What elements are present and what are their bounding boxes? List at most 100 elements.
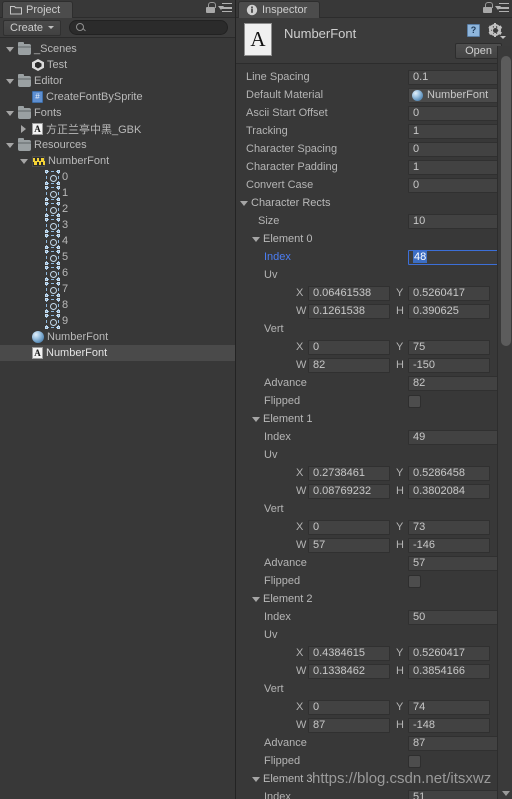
axis-value-field[interactable]: 0.3854166 bbox=[408, 663, 490, 679]
axis-value-field[interactable]: 73 bbox=[408, 519, 490, 535]
folder-icon bbox=[18, 105, 31, 119]
inspector-scrollbar[interactable] bbox=[497, 46, 512, 799]
axis-value-field[interactable]: 0.3802084 bbox=[408, 483, 490, 499]
axis-label: X bbox=[296, 701, 304, 713]
axis-value-field[interactable]: -146 bbox=[408, 537, 490, 553]
search-icon bbox=[76, 23, 85, 32]
twisty-collapsed-icon[interactable] bbox=[18, 121, 29, 137]
axis-value-field[interactable]: 0.390625 bbox=[408, 303, 490, 319]
foldout-element[interactable]: Element 2 bbox=[236, 590, 512, 608]
project-tree-item[interactable]: 8 bbox=[0, 297, 235, 313]
tab-project[interactable]: Project bbox=[2, 1, 74, 18]
foldout-character-rects[interactable]: Character Rects bbox=[236, 194, 512, 212]
property-row: Character Spacing 0 bbox=[236, 140, 512, 158]
flipped-checkbox[interactable] bbox=[408, 574, 421, 588]
axis-value-field[interactable]: 0.4384615 bbox=[308, 645, 390, 661]
project-tree-item[interactable]: 7 bbox=[0, 281, 235, 297]
project-tree-item[interactable]: 3 bbox=[0, 217, 235, 233]
axis-label: H bbox=[396, 359, 404, 371]
property-label: Advance bbox=[264, 737, 307, 749]
axis-value-field[interactable]: 0.2738461 bbox=[308, 465, 390, 481]
project-tree-item[interactable]: Resources bbox=[0, 137, 235, 153]
project-tree-item[interactable]: 6 bbox=[0, 265, 235, 281]
project-tree-item[interactable]: NumberFont bbox=[0, 153, 235, 169]
twisty-expanded-icon[interactable] bbox=[4, 41, 15, 57]
project-tree-item[interactable]: Editor bbox=[0, 73, 235, 89]
project-tree-item[interactable]: 2 bbox=[0, 201, 235, 217]
twisty-expanded-icon[interactable] bbox=[252, 416, 260, 422]
twisty-expanded-icon[interactable] bbox=[252, 596, 260, 602]
property-value-text: 49 bbox=[413, 431, 426, 443]
project-tree-item[interactable]: CreateFontBySprite bbox=[0, 89, 235, 105]
help-book-icon[interactable] bbox=[467, 24, 480, 37]
axis-value-field[interactable]: 0.5260417 bbox=[408, 285, 490, 301]
twisty-expanded-icon[interactable] bbox=[4, 137, 15, 153]
project-tree-item[interactable]: NumberFont bbox=[0, 345, 235, 361]
scrollbar-thumb[interactable] bbox=[501, 56, 511, 346]
search-input[interactable] bbox=[89, 22, 222, 33]
flipped-checkbox[interactable] bbox=[408, 754, 421, 768]
project-tree-item[interactable]: Fonts bbox=[0, 105, 235, 121]
twisty-expanded-icon[interactable] bbox=[4, 73, 15, 89]
gear-icon[interactable] bbox=[488, 23, 506, 39]
twisty-expanded-icon[interactable] bbox=[18, 153, 29, 169]
property-row-index: Index 50 bbox=[236, 608, 512, 626]
axis-value-field[interactable]: -150 bbox=[408, 357, 490, 373]
search-field[interactable] bbox=[69, 20, 229, 35]
property-label: Character Padding bbox=[246, 161, 338, 173]
project-asset-tree[interactable]: _Scenes Test Editor CreateFontBySprite Fonts… bbox=[0, 38, 235, 798]
axis-label: Y bbox=[396, 647, 404, 659]
axis-value-field[interactable]: 87 bbox=[308, 717, 390, 733]
axis-value-field[interactable]: 0.1338462 bbox=[308, 663, 390, 679]
chevron-down-icon[interactable] bbox=[502, 791, 510, 796]
axis-value-field[interactable]: 0.1261538 bbox=[308, 303, 390, 319]
axis-value-field[interactable]: 75 bbox=[408, 339, 490, 355]
lock-icon[interactable] bbox=[483, 2, 493, 13]
property-row: Convert Case 0 bbox=[236, 176, 512, 194]
project-tree-item[interactable]: 5 bbox=[0, 249, 235, 265]
property-row: Character Padding 1 bbox=[236, 158, 512, 176]
project-tree-item[interactable]: _Scenes bbox=[0, 41, 235, 57]
flipped-row: Flipped bbox=[236, 572, 512, 590]
hamburger-menu-icon[interactable] bbox=[495, 2, 509, 13]
axis-value-field[interactable]: 0 bbox=[308, 519, 390, 535]
property-value-text: 57 bbox=[313, 539, 326, 551]
axis-value-field[interactable]: 0 bbox=[308, 699, 390, 715]
flipped-checkbox[interactable] bbox=[408, 394, 421, 408]
twisty-expanded-icon[interactable] bbox=[4, 105, 15, 121]
axis-value-field[interactable]: 0.5260417 bbox=[408, 645, 490, 661]
axis-value-field[interactable]: 0.08769232 bbox=[308, 483, 390, 499]
create-button[interactable]: Create bbox=[3, 19, 62, 36]
tab-inspector[interactable]: Inspector bbox=[238, 1, 321, 18]
project-tree-item[interactable]: 1 bbox=[0, 185, 235, 201]
twisty-expanded-icon[interactable] bbox=[240, 200, 248, 206]
watermark: https://blog.csdn.net/itsxwz bbox=[312, 770, 492, 787]
axis-label: H bbox=[396, 485, 404, 497]
axis-value-field[interactable]: -148 bbox=[408, 717, 490, 733]
project-tree-item[interactable]: Test bbox=[0, 57, 235, 73]
foldout-element[interactable]: Element 1 bbox=[236, 410, 512, 428]
project-tree-item[interactable]: 4 bbox=[0, 233, 235, 249]
twisty-expanded-icon[interactable] bbox=[252, 236, 260, 242]
axis-value-field[interactable]: 82 bbox=[308, 357, 390, 373]
property-value-text: 0.390625 bbox=[413, 305, 459, 317]
project-tree-item[interactable]: NumberFont bbox=[0, 329, 235, 345]
project-tree-item[interactable]: 9 bbox=[0, 313, 235, 329]
inspector-properties: Line Spacing 0.1 Default Material NumberFon… bbox=[236, 64, 512, 799]
axis-value-field[interactable]: 74 bbox=[408, 699, 490, 715]
axis-value-field[interactable]: 57 bbox=[308, 537, 390, 553]
project-tree-item-label: Resources bbox=[34, 139, 87, 151]
axis-value-field[interactable]: 0.5286458 bbox=[408, 465, 490, 481]
project-tree-item[interactable]: 0 bbox=[0, 169, 235, 185]
foldout-element[interactable]: Element 0 bbox=[236, 230, 512, 248]
project-tree-item-label: Test bbox=[47, 59, 68, 71]
property-value-text: 0.1338462 bbox=[313, 665, 365, 677]
hamburger-menu-icon[interactable] bbox=[218, 2, 232, 13]
axis-value-field[interactable]: 0.06461538 bbox=[308, 285, 390, 301]
twisty-expanded-icon[interactable] bbox=[252, 776, 260, 782]
project-tree-item[interactable]: 方正兰亭中黑_GBK bbox=[0, 121, 235, 137]
lock-icon[interactable] bbox=[206, 2, 216, 13]
open-button[interactable]: Open bbox=[455, 43, 502, 59]
axis-value-field[interactable]: 0 bbox=[308, 339, 390, 355]
